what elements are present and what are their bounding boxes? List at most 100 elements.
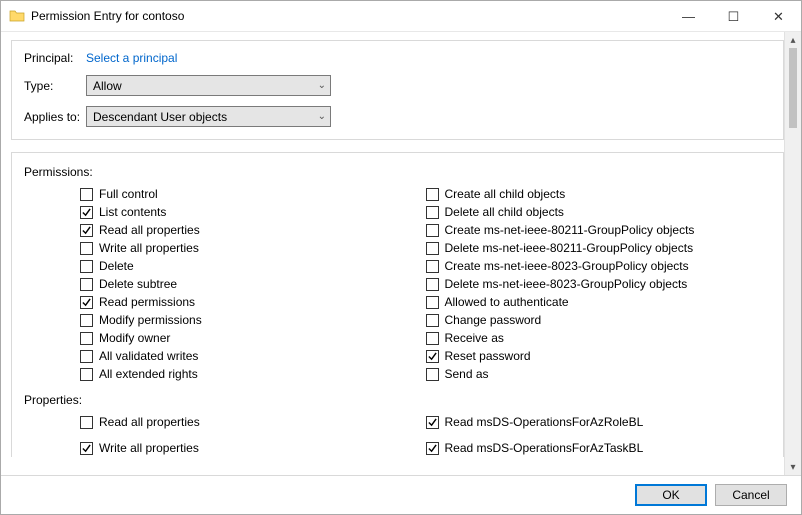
checkbox-row[interactable]: All extended rights <box>80 365 426 383</box>
checkbox[interactable] <box>80 416 93 429</box>
checkbox[interactable] <box>80 242 93 255</box>
checkbox[interactable] <box>80 188 93 201</box>
checkbox-row[interactable]: Read permissions <box>80 293 426 311</box>
properties-columns: Read all propertiesWrite all properties … <box>24 413 771 457</box>
window: Permission Entry for contoso — ☐ ✕ Princ… <box>0 0 802 515</box>
checkbox-label: Delete ms-net-ieee-8023-GroupPolicy obje… <box>445 277 688 291</box>
permissions-panel: Permissions: Full controlList contentsRe… <box>11 152 784 457</box>
applies-select[interactable]: Descendant User objects ⌄ <box>86 106 331 127</box>
checkbox-row[interactable]: Write all properties <box>80 239 426 257</box>
close-button[interactable]: ✕ <box>756 1 801 31</box>
checkbox-row[interactable]: Allowed to authenticate <box>426 293 772 311</box>
minimize-button[interactable]: — <box>666 1 711 31</box>
type-select[interactable]: Allow ⌄ <box>86 75 331 96</box>
checkbox[interactable] <box>426 242 439 255</box>
checkbox-label: Read msDS-OperationsForAzTaskBL <box>445 441 644 455</box>
checkbox-label: Read all properties <box>99 415 200 429</box>
permissions-columns: Full control List contents Read all proper… <box>24 185 771 383</box>
checkbox[interactable] <box>426 350 439 363</box>
content: Principal: Select a principal Type: Allo… <box>1 32 784 475</box>
checkbox-row[interactable]: Receive as <box>426 329 772 347</box>
checkbox-row[interactable]: Modify owner <box>80 329 426 347</box>
checkbox-row[interactable]: Delete ms-net-ieee-8023-GroupPolicy obje… <box>426 275 772 293</box>
scroll-up-icon[interactable]: ▴ <box>785 32 801 48</box>
checkbox[interactable] <box>426 260 439 273</box>
checkbox-label: Reset password <box>445 349 531 363</box>
checkbox-label: Receive as <box>445 331 504 345</box>
checkbox-row[interactable]: Create ms-net-ieee-8023-GroupPolicy obje… <box>426 257 772 275</box>
checkbox[interactable] <box>426 332 439 345</box>
checkbox-row[interactable]: Reset password <box>426 347 772 365</box>
checkbox-row[interactable]: Delete subtree <box>80 275 426 293</box>
checkbox-label: Send as <box>445 367 489 381</box>
checkbox[interactable] <box>80 260 93 273</box>
window-title: Permission Entry for contoso <box>31 9 666 23</box>
checkbox[interactable] <box>80 442 93 455</box>
chevron-down-icon: ⌄ <box>318 80 326 91</box>
checkbox-row[interactable]: All validated writes <box>80 347 426 365</box>
checkbox[interactable] <box>426 314 439 327</box>
checkbox-row[interactable]: Read all properties <box>80 221 426 239</box>
applies-select-value: Descendant User objects <box>93 110 227 124</box>
checkbox-label: Delete <box>99 259 134 273</box>
checkbox-label: Write all properties <box>99 241 199 255</box>
checkbox[interactable] <box>80 206 93 219</box>
checkbox-row[interactable]: Delete all child objects <box>426 203 772 221</box>
checkbox[interactable] <box>80 224 93 237</box>
checkbox[interactable] <box>426 368 439 381</box>
checkbox-row[interactable]: Full control <box>80 185 426 203</box>
cancel-button[interactable]: Cancel <box>715 484 787 506</box>
checkbox-label: Full control <box>99 187 158 201</box>
checkbox[interactable] <box>426 188 439 201</box>
checkbox[interactable] <box>80 332 93 345</box>
checkbox-row[interactable]: Create ms-net-ieee-80211-GroupPolicy obj… <box>426 221 772 239</box>
checkbox-label: Create ms-net-ieee-8023-GroupPolicy obje… <box>445 259 689 273</box>
checkbox-label: Create all child objects <box>445 187 566 201</box>
scroll-down-icon[interactable]: ▾ <box>785 459 801 475</box>
checkbox[interactable] <box>426 206 439 219</box>
checkbox-row[interactable]: Send as <box>426 365 772 383</box>
footer: OK Cancel <box>1 475 801 514</box>
chevron-down-icon: ⌄ <box>318 111 326 122</box>
maximize-button[interactable]: ☐ <box>711 1 756 31</box>
checkbox-row[interactable]: Read msDS-OperationsForAzTaskBL <box>426 439 772 457</box>
header-panel: Principal: Select a principal Type: Allo… <box>11 40 784 140</box>
checkbox-label: Delete ms-net-ieee-80211-GroupPolicy obj… <box>445 241 694 255</box>
checkbox-label: Write all properties <box>99 441 199 455</box>
checkbox-row[interactable]: Read all properties <box>80 413 426 431</box>
checkbox[interactable] <box>426 278 439 291</box>
checkbox[interactable] <box>426 296 439 309</box>
checkbox[interactable] <box>426 442 439 455</box>
checkbox-label: List contents <box>99 205 166 219</box>
vertical-scrollbar[interactable]: ▴ ▾ <box>784 32 801 475</box>
checkbox-row[interactable]: Create all child objects <box>426 185 772 203</box>
checkbox-label: Allowed to authenticate <box>445 295 569 309</box>
checkbox-row[interactable]: Read msDS-OperationsForAzRoleBL <box>426 413 772 431</box>
properties-section-label: Properties: <box>24 393 771 407</box>
applies-label: Applies to: <box>24 110 86 124</box>
checkbox[interactable] <box>80 350 93 363</box>
select-principal-link[interactable]: Select a principal <box>86 51 177 65</box>
checkbox-row[interactable]: Change password <box>426 311 772 329</box>
checkbox-row[interactable]: Write all properties <box>80 439 426 457</box>
checkbox-row[interactable]: Modify permissions <box>80 311 426 329</box>
type-select-value: Allow <box>93 79 122 93</box>
folder-icon <box>9 8 25 24</box>
type-label: Type: <box>24 79 86 93</box>
checkbox-label: Change password <box>445 313 542 327</box>
checkbox-label: Delete subtree <box>99 277 177 291</box>
checkbox[interactable] <box>80 368 93 381</box>
principal-label: Principal: <box>24 51 86 65</box>
checkbox[interactable] <box>80 296 93 309</box>
checkbox-label: All validated writes <box>99 349 198 363</box>
checkbox[interactable] <box>426 224 439 237</box>
checkbox-row[interactable]: Delete <box>80 257 426 275</box>
checkbox-row[interactable]: List contents <box>80 203 426 221</box>
checkbox[interactable] <box>80 278 93 291</box>
checkbox-label: Create ms-net-ieee-80211-GroupPolicy obj… <box>445 223 695 237</box>
checkbox-row[interactable]: Delete ms-net-ieee-80211-GroupPolicy obj… <box>426 239 772 257</box>
checkbox[interactable] <box>80 314 93 327</box>
ok-button[interactable]: OK <box>635 484 707 506</box>
scroll-thumb[interactable] <box>789 48 797 128</box>
checkbox[interactable] <box>426 416 439 429</box>
